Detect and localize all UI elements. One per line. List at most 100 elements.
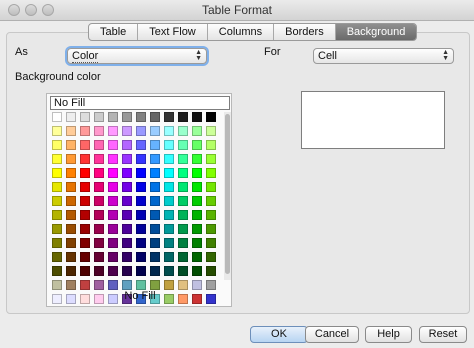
tab-text-flow[interactable]: Text Flow	[138, 24, 208, 40]
color-swatch[interactable]	[206, 210, 216, 220]
color-swatch[interactable]	[108, 154, 118, 164]
color-swatch[interactable]	[108, 252, 118, 262]
as-popup[interactable]: Color ▲ ▼	[67, 48, 207, 64]
color-swatch[interactable]	[164, 140, 174, 150]
color-swatch[interactable]	[178, 168, 188, 178]
color-swatch[interactable]	[178, 280, 188, 290]
color-swatch[interactable]	[108, 224, 118, 234]
color-swatch[interactable]	[66, 112, 76, 122]
color-swatch[interactable]	[52, 238, 62, 248]
color-swatch[interactable]	[108, 210, 118, 220]
color-swatch[interactable]	[52, 280, 62, 290]
color-swatch[interactable]	[178, 210, 188, 220]
color-swatch[interactable]	[80, 266, 90, 276]
color-swatch[interactable]	[122, 112, 132, 122]
color-swatch[interactable]	[80, 168, 90, 178]
color-swatch[interactable]	[206, 182, 216, 192]
color-swatch[interactable]	[66, 266, 76, 276]
color-swatch[interactable]	[150, 126, 160, 136]
color-swatch[interactable]	[192, 224, 202, 234]
color-swatch[interactable]	[164, 196, 174, 206]
color-swatch[interactable]	[108, 140, 118, 150]
color-swatch[interactable]	[150, 238, 160, 248]
color-swatch[interactable]	[122, 210, 132, 220]
color-swatch[interactable]	[80, 126, 90, 136]
color-swatch[interactable]	[192, 126, 202, 136]
color-swatch[interactable]	[94, 112, 104, 122]
color-swatch[interactable]	[66, 252, 76, 262]
color-swatch[interactable]	[192, 210, 202, 220]
for-popup[interactable]: Cell ▲ ▼	[313, 48, 454, 64]
color-swatch[interactable]	[164, 224, 174, 234]
color-swatch[interactable]	[66, 280, 76, 290]
color-swatch[interactable]	[164, 126, 174, 136]
color-swatch[interactable]	[136, 252, 146, 262]
color-swatch[interactable]	[150, 182, 160, 192]
color-swatch[interactable]	[136, 266, 146, 276]
color-swatch[interactable]	[136, 238, 146, 248]
color-swatch[interactable]	[178, 252, 188, 262]
color-swatch[interactable]	[150, 154, 160, 164]
color-swatch[interactable]	[136, 140, 146, 150]
color-swatch[interactable]	[178, 266, 188, 276]
color-swatch[interactable]	[164, 182, 174, 192]
color-swatch[interactable]	[52, 140, 62, 150]
color-swatch[interactable]	[66, 238, 76, 248]
color-swatch[interactable]	[178, 154, 188, 164]
color-swatch[interactable]	[66, 126, 76, 136]
color-swatch[interactable]	[108, 126, 118, 136]
tab-table[interactable]: Table	[89, 24, 139, 40]
color-swatch[interactable]	[192, 168, 202, 178]
color-swatch[interactable]	[80, 210, 90, 220]
color-swatch[interactable]	[52, 252, 62, 262]
color-swatch[interactable]	[150, 112, 160, 122]
color-swatch[interactable]	[178, 112, 188, 122]
cancel-button[interactable]: Cancel	[305, 326, 359, 343]
color-swatch[interactable]	[206, 224, 216, 234]
color-swatch[interactable]	[192, 182, 202, 192]
color-swatch[interactable]	[178, 196, 188, 206]
color-swatch[interactable]	[94, 154, 104, 164]
color-swatch[interactable]	[94, 196, 104, 206]
color-swatch[interactable]	[206, 126, 216, 136]
color-swatch[interactable]	[206, 266, 216, 276]
tab-background[interactable]: Background	[335, 24, 417, 40]
color-swatch[interactable]	[52, 224, 62, 234]
color-swatch[interactable]	[66, 210, 76, 220]
color-swatch[interactable]	[94, 224, 104, 234]
color-swatch[interactable]	[122, 140, 132, 150]
color-swatch[interactable]	[178, 126, 188, 136]
color-swatch[interactable]	[52, 266, 62, 276]
color-swatch[interactable]	[122, 126, 132, 136]
color-swatch[interactable]	[94, 140, 104, 150]
color-swatch[interactable]	[80, 224, 90, 234]
color-swatch[interactable]	[52, 126, 62, 136]
color-swatch[interactable]	[122, 182, 132, 192]
color-swatch[interactable]	[80, 182, 90, 192]
color-swatch[interactable]	[66, 182, 76, 192]
palette-scroll-thumb[interactable]	[225, 114, 230, 274]
reset-button[interactable]: Reset	[419, 326, 467, 343]
color-swatch[interactable]	[66, 196, 76, 206]
color-swatch[interactable]	[108, 238, 118, 248]
color-swatch[interactable]	[164, 210, 174, 220]
color-swatch[interactable]	[164, 252, 174, 262]
color-name-field[interactable]: No Fill	[50, 96, 230, 110]
color-swatch[interactable]	[136, 224, 146, 234]
color-swatch[interactable]	[94, 168, 104, 178]
color-swatch[interactable]	[52, 196, 62, 206]
color-swatch[interactable]	[192, 238, 202, 248]
color-swatch[interactable]	[136, 168, 146, 178]
color-swatch[interactable]	[150, 196, 160, 206]
color-swatch[interactable]	[192, 252, 202, 262]
color-swatch[interactable]	[94, 238, 104, 248]
color-swatch[interactable]	[178, 238, 188, 248]
color-swatch[interactable]	[66, 140, 76, 150]
color-swatch[interactable]	[52, 154, 62, 164]
color-swatch[interactable]	[136, 280, 146, 290]
color-swatch[interactable]	[108, 112, 118, 122]
color-swatch[interactable]	[122, 196, 132, 206]
color-swatch[interactable]	[94, 266, 104, 276]
color-swatch[interactable]	[122, 238, 132, 248]
color-swatch[interactable]	[108, 196, 118, 206]
